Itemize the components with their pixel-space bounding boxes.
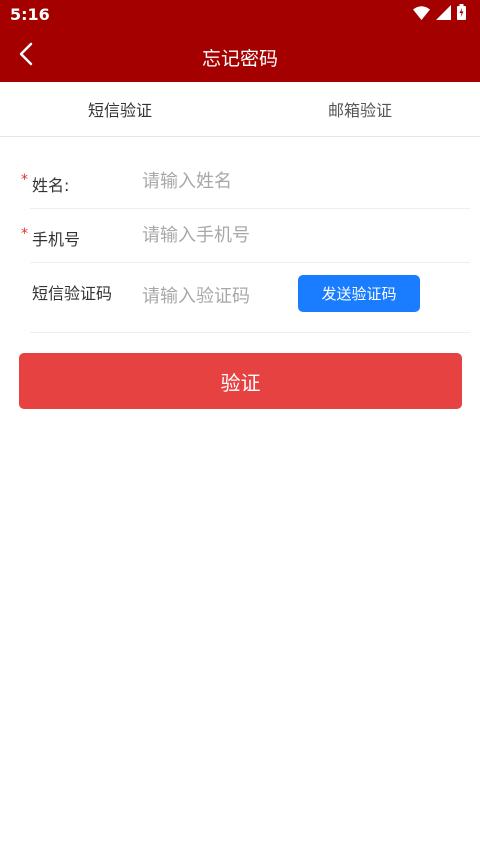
status-time: 5:16: [10, 5, 50, 24]
signal-icon: [436, 4, 451, 24]
sms-code-input[interactable]: [142, 281, 317, 311]
phone-label: 手机号: [32, 230, 81, 249]
page-title: 忘记密码: [201, 48, 278, 70]
required-mark: *: [21, 226, 28, 242]
tab-email-verification[interactable]: 邮箱验证: [240, 82, 480, 136]
name-row: * 姓名:: [21, 154, 470, 209]
required-mark: *: [21, 172, 28, 188]
status-bar: 5:16: [0, 0, 480, 30]
send-code-button[interactable]: 发送验证码: [298, 275, 420, 312]
phone-input[interactable]: [142, 220, 317, 250]
status-icons: [413, 4, 466, 24]
app-bar: 忘记密码: [0, 30, 480, 82]
sms-code-label: 短信验证码: [32, 284, 113, 303]
verification-tabs: 短信验证 邮箱验证: [0, 82, 480, 137]
battery-icon: [457, 4, 466, 24]
name-label: 姓名:: [32, 176, 70, 195]
phone-row: * 手机号: [21, 209, 470, 263]
name-input[interactable]: [142, 166, 317, 196]
wifi-icon: [413, 5, 430, 24]
tab-sms-verification[interactable]: 短信验证: [0, 82, 240, 136]
verify-button[interactable]: 验证: [19, 353, 462, 409]
